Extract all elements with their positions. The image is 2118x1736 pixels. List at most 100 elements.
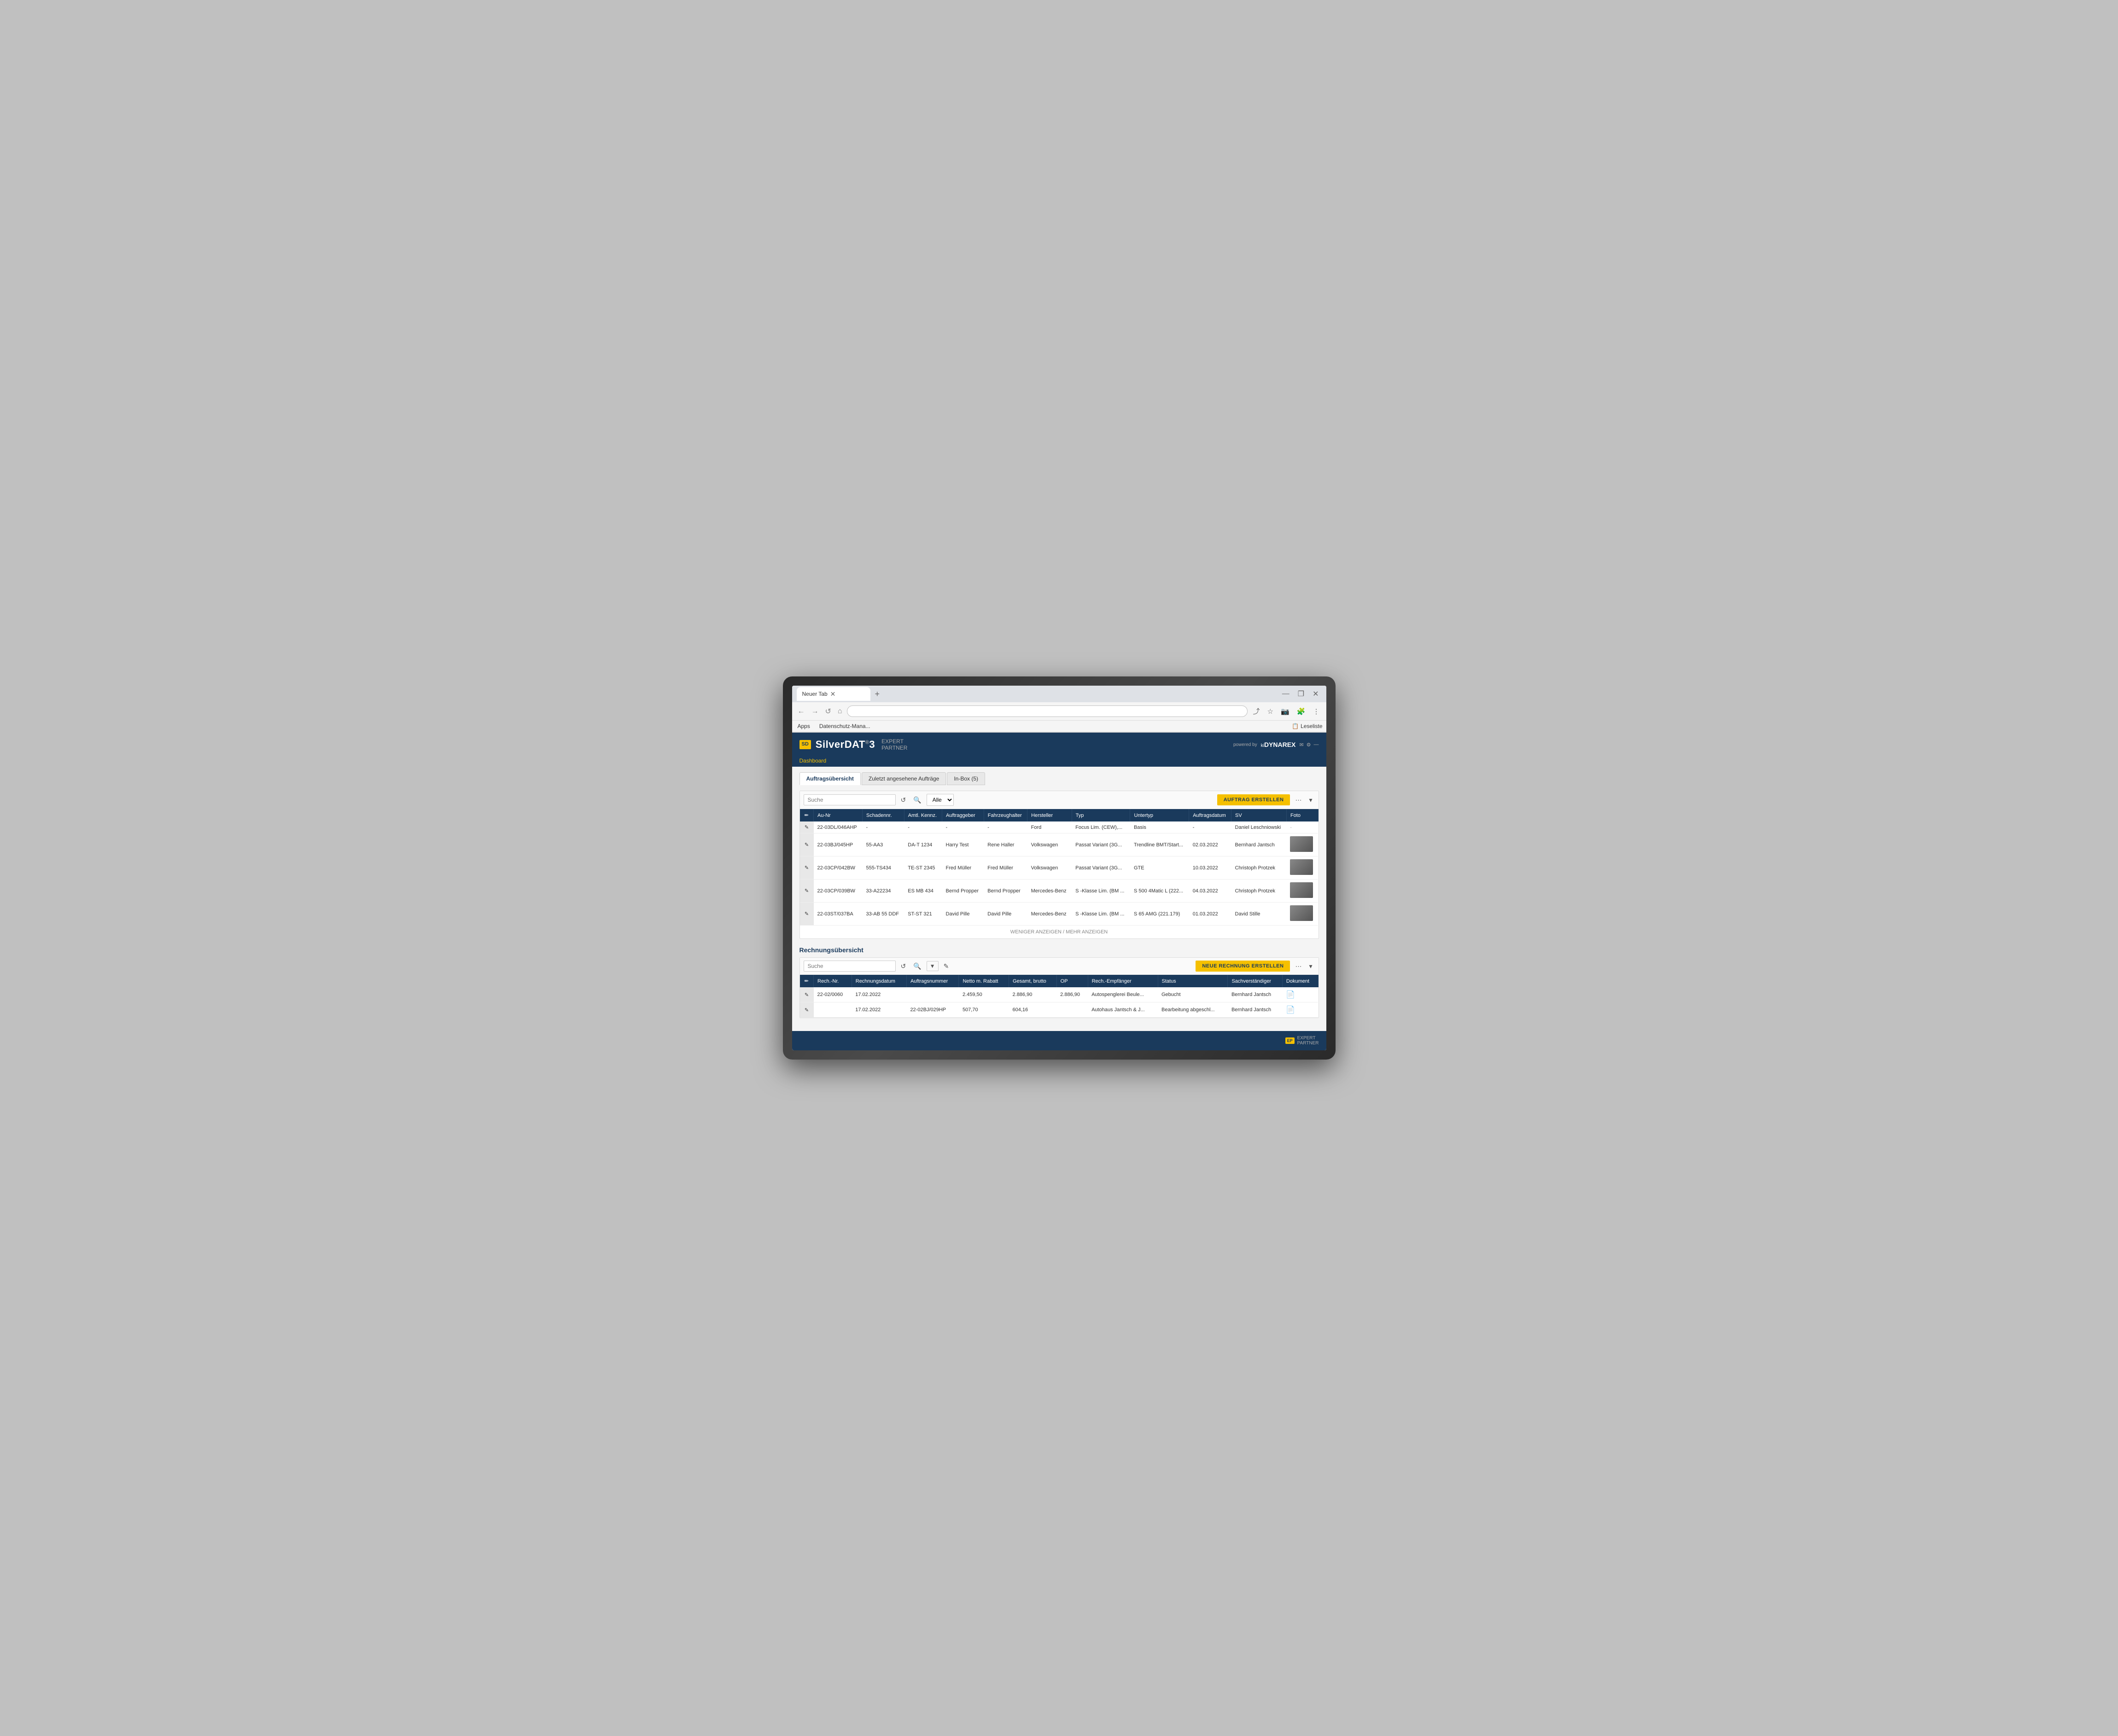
weniger-anzeigen-link[interactable]: WENIGER ANZEIGEN — [1010, 929, 1062, 935]
menu-button[interactable]: ⋮ — [1310, 705, 1323, 718]
logo-text: SilverDAT®3 — [816, 739, 875, 751]
table-row[interactable]: ✎ 22-03BJ/045HP 55-AA3 DA-T 1234 Harry T… — [800, 833, 1319, 856]
auftraege-more-button[interactable]: ⋯ — [1293, 795, 1304, 805]
show-more-bar: WENIGER ANZEIGEN / MEHR ANZEIGEN — [800, 926, 1319, 938]
bookmark-apps-label: Apps — [798, 723, 810, 729]
leseliste-button[interactable]: 📋 Leseliste — [1292, 723, 1322, 729]
row-edit-btn[interactable]: ✎ — [800, 833, 814, 856]
auftraggeber: David Pille — [942, 903, 984, 926]
auftraege-expand-button[interactable]: ▾ — [1307, 795, 1314, 805]
auftraege-table: ✏ Au-Nr Schadennr. Amtl. Kennz. Auftragg… — [800, 809, 1319, 926]
row-edit-btn[interactable]: ✎ — [800, 880, 814, 903]
neue-rechnung-erstellen-button[interactable]: NEUE RECHNUNG ERSTELLEN — [1196, 961, 1290, 972]
app-footer: EP EXPERTPARTNER — [792, 1031, 1326, 1050]
auftragsdatum: 01.03.2022 — [1189, 903, 1231, 926]
row-edit-btn[interactable]: ✎ — [800, 987, 814, 1002]
foto-cell — [1286, 856, 1318, 880]
logout-icon[interactable]: — — [1314, 742, 1319, 748]
auftraege-refresh-button[interactable]: ↺ — [899, 795, 909, 805]
rechnung-toolbar: ↺ 🔍 ▼ ✎ NEUE RECHNUNG ERSTELLEN ⋯ ▾ — [800, 958, 1319, 975]
rechnung-refresh-button[interactable]: ↺ — [899, 961, 909, 972]
bookmark-button[interactable]: ☆ — [1265, 705, 1276, 718]
netto: 2.459,50 — [959, 987, 1009, 1002]
reload-button[interactable]: ↺ — [823, 705, 833, 718]
fahrzeughalter: Fred Müller — [984, 856, 1027, 880]
netto: 507,70 — [959, 1002, 1009, 1018]
rechnung-search-input[interactable] — [804, 961, 896, 972]
auftraege-th-hersteller: Hersteller — [1027, 809, 1072, 821]
schadennr: 33-AB 55 DDF — [863, 903, 904, 926]
bookmark-datenschutz[interactable]: Datenschutz-Mana... — [817, 722, 872, 730]
table-row[interactable]: ✎ 22-03DL/046AHP - - - - Ford Focus Lim.… — [800, 821, 1319, 833]
row-edit-btn[interactable]: ✎ — [800, 856, 814, 880]
auftraege-th-sv: SV — [1231, 809, 1287, 821]
forward-button[interactable]: → — [810, 705, 821, 717]
rechnung-th-empfaenger: Rech.-Empfänger — [1088, 975, 1158, 987]
tab-inbox[interactable]: In-Box (5) — [947, 772, 985, 785]
table-row[interactable]: ✎ 22-03CP/042BW 555-TS434 TE-ST 2345 Fre… — [800, 856, 1319, 880]
tab-auftragsübersicht[interactable]: Auftragsübersicht — [799, 772, 861, 785]
hersteller: Ford — [1027, 821, 1072, 833]
rechnung-search-button[interactable]: 🔍 — [911, 961, 923, 972]
row-edit-btn[interactable]: ✎ — [800, 903, 814, 926]
fahrzeughalter: - — [984, 821, 1027, 833]
hersteller: Mercedes-Benz — [1027, 903, 1072, 926]
amtl-kennz: ES MB 434 — [904, 880, 942, 903]
auftragsdatum: 04.03.2022 — [1189, 880, 1231, 903]
table-row[interactable]: ✎ 22-02/0060 17.02.2022 2.459,50 2.886,9… — [800, 987, 1319, 1002]
auftraege-search-button[interactable]: 🔍 — [911, 795, 923, 805]
auftrag-erstellen-button[interactable]: AUFTRAG ERSTELLEN — [1217, 794, 1290, 805]
rechnung-filter-button[interactable]: ▼ — [927, 961, 939, 971]
auftraege-th-au-nr: Au-Nr — [814, 809, 863, 821]
rechnung-table-section: ↺ 🔍 ▼ ✎ NEUE RECHNUNG ERSTELLEN ⋯ ▾ — [799, 957, 1319, 1018]
home-button[interactable]: ⌂ — [836, 705, 844, 717]
rechnung-more-button[interactable]: ⋯ — [1293, 961, 1304, 972]
extensions-button[interactable]: 🧩 — [1294, 705, 1308, 718]
table-row[interactable]: ✎ 22-03ST/037BA 33-AB 55 DDF ST-ST 321 D… — [800, 903, 1319, 926]
window-close-button[interactable]: ✕ — [1310, 688, 1321, 699]
main-tab-group: Auftragsübersicht Zuletzt angesehene Auf… — [799, 772, 1319, 785]
screenshot-button[interactable]: 📷 — [1278, 705, 1292, 718]
window-maximize-button[interactable]: ❐ — [1295, 688, 1307, 699]
auftraege-th-edit: ✏ — [800, 809, 814, 821]
auftragsnummer: 22-02BJ/029HP — [906, 1002, 959, 1018]
settings-icon[interactable]: ⚙ — [1307, 742, 1311, 748]
new-tab-button[interactable]: + — [871, 687, 884, 701]
dynarex-logo: kiDYNAREX — [1261, 741, 1296, 748]
header-right: powered by kiDYNAREX ✉ ⚙ — — [1233, 741, 1319, 748]
tab-zuletzt-angesehen[interactable]: Zuletzt angesehene Aufträge — [862, 772, 946, 785]
typ: Focus Lim. (CEW),... — [1072, 821, 1130, 833]
sv: Daniel Leschniowski — [1231, 821, 1287, 833]
fahrzeughalter: David Pille — [984, 903, 1027, 926]
hersteller: Mercedes-Benz — [1027, 880, 1072, 903]
amtl-kennz: - — [904, 821, 942, 833]
bookmark-apps[interactable]: Apps — [796, 722, 812, 730]
foto-cell — [1286, 903, 1318, 926]
row-edit-btn[interactable]: ✎ — [800, 1002, 814, 1018]
tab-close-button[interactable]: ✕ — [830, 691, 836, 697]
dokument[interactable]: 📄 — [1282, 987, 1318, 1002]
auftraggeber: - — [942, 821, 984, 833]
schadennr: - — [863, 821, 904, 833]
logo-box: SD — [799, 740, 811, 749]
table-row[interactable]: ✎ 17.02.2022 22-02BJ/029HP 507,70 604,16… — [800, 1002, 1319, 1018]
mail-icon[interactable]: ✉ — [1299, 742, 1303, 748]
rechnung-th-edit: ✏ — [800, 975, 814, 987]
auftraege-search-input[interactable] — [804, 794, 896, 805]
share-button[interactable]: ⤴ — [1250, 705, 1263, 718]
mehr-anzeigen-link[interactable]: MEHR ANZEIGEN — [1066, 929, 1108, 935]
rechnung-expand-button[interactable]: ▾ — [1307, 961, 1314, 972]
dokument[interactable]: 📄 — [1282, 1002, 1318, 1018]
window-minimize-button[interactable]: — — [1279, 688, 1292, 699]
row-edit-btn[interactable]: ✎ — [800, 821, 814, 833]
rechnung-edit-filter-button[interactable]: ✎ — [941, 961, 951, 972]
auftragsdatum: 02.03.2022 — [1189, 833, 1231, 856]
auftraege-filter-dropdown[interactable]: Alle — [927, 794, 954, 806]
rechnung-title: Rechnungsübersicht — [799, 946, 1319, 954]
auftraege-th-foto: Foto — [1286, 809, 1318, 821]
table-row[interactable]: ✎ 22-03CP/039BW 33-A22234 ES MB 434 Bern… — [800, 880, 1319, 903]
back-button[interactable]: ← — [796, 705, 807, 717]
rechnung-th-netto: Netto m. Rabatt — [959, 975, 1009, 987]
address-bar[interactable] — [847, 705, 1248, 717]
browser-tab-active[interactable]: Neuer Tab ✕ — [797, 687, 870, 701]
